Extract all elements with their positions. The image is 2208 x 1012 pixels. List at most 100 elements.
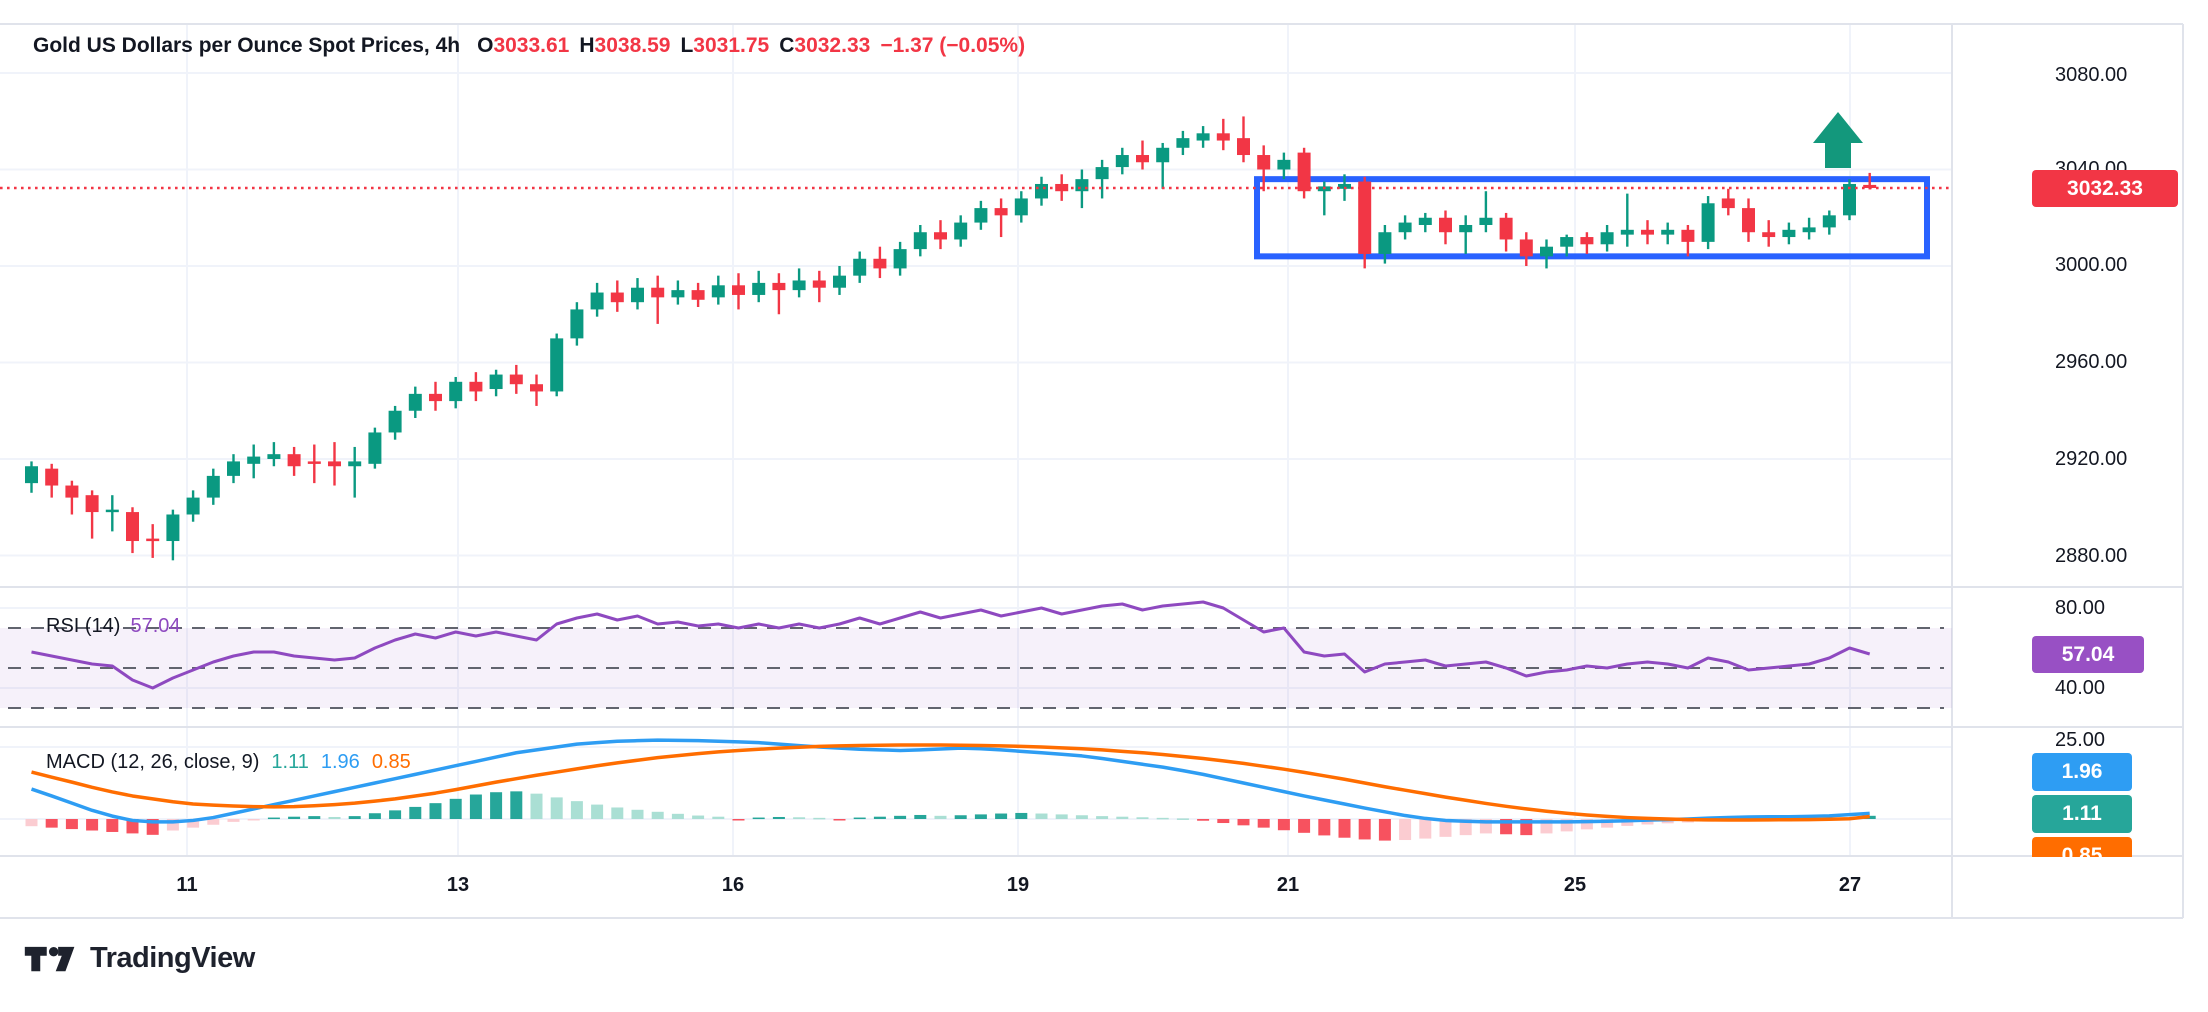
candle bbox=[247, 457, 260, 464]
candle bbox=[1075, 179, 1088, 191]
time-axis-label: 25 bbox=[1543, 874, 1607, 897]
macd-histogram-bar bbox=[349, 816, 361, 819]
candle bbox=[65, 486, 78, 498]
candle bbox=[1782, 230, 1795, 237]
candle bbox=[1176, 138, 1189, 148]
candle bbox=[772, 283, 785, 290]
macd-histogram-bar bbox=[551, 797, 563, 819]
macd-signal-badge: 0.85 bbox=[2032, 837, 2132, 857]
macd-histogram-bar bbox=[531, 794, 543, 819]
candle bbox=[853, 259, 866, 276]
candle bbox=[409, 394, 422, 411]
macd-hist-badge: 1.11 bbox=[2032, 795, 2132, 833]
up-arrow-annotation[interactable] bbox=[1813, 112, 1863, 168]
macd-indicator-legend[interactable]: MACD (12, 26, close, 9) 1.11 1.96 0.85 bbox=[46, 751, 423, 774]
macd-histogram-bar bbox=[611, 807, 623, 819]
candle bbox=[671, 290, 684, 297]
candle bbox=[995, 208, 1008, 215]
candle bbox=[1277, 160, 1290, 170]
macd-histogram-bar bbox=[26, 819, 38, 826]
candle bbox=[914, 232, 927, 249]
macd-axis-badges: 1.96 1.11 0.85 bbox=[2032, 727, 2192, 857]
tradingview-logo-icon bbox=[24, 944, 76, 974]
candle bbox=[1500, 218, 1513, 240]
rsi-value-badge: 57.04 bbox=[2032, 636, 2144, 673]
candle bbox=[1399, 223, 1412, 233]
symbol-title-row: Gold US Dollars per Ounce Spot Prices, 4… bbox=[33, 34, 1042, 58]
candle bbox=[1459, 225, 1472, 232]
macd-histogram-bar bbox=[308, 816, 320, 819]
ohlc-low: L3031.75 bbox=[680, 34, 769, 58]
rsi-indicator-legend[interactable]: RSI (14) 57.04 bbox=[46, 615, 181, 638]
candle bbox=[1257, 155, 1270, 169]
macd-histogram-bar bbox=[1359, 819, 1371, 839]
macd-hist-value: 1.11 bbox=[271, 751, 308, 774]
candle bbox=[1702, 203, 1715, 242]
macd-signal-value: 0.85 bbox=[372, 751, 411, 774]
macd-histogram-bar bbox=[1217, 819, 1229, 823]
candle bbox=[1217, 133, 1230, 140]
price-axis-label: 3080.00 bbox=[2055, 62, 2127, 88]
candle bbox=[1641, 230, 1654, 235]
candle bbox=[873, 259, 886, 269]
rsi-axis-label: 40.00 bbox=[2055, 675, 2105, 701]
macd-histogram-bar bbox=[652, 812, 664, 819]
price-axis-label: 2960.00 bbox=[2055, 349, 2127, 375]
candle bbox=[86, 495, 99, 512]
candle bbox=[25, 466, 38, 483]
candle bbox=[1560, 237, 1573, 247]
rsi-label: RSI (14) bbox=[46, 615, 120, 638]
candle bbox=[550, 338, 563, 391]
macd-histogram-bar bbox=[389, 810, 401, 819]
macd-histogram-bar bbox=[490, 792, 502, 819]
candle bbox=[692, 290, 705, 300]
candle bbox=[449, 382, 462, 401]
macd-histogram-bar bbox=[854, 818, 866, 820]
macd-histogram-bar bbox=[1258, 819, 1270, 828]
candle bbox=[146, 539, 159, 542]
ohlc-high: H3038.59 bbox=[579, 34, 670, 58]
candle bbox=[348, 461, 361, 466]
macd-histogram-bar bbox=[66, 819, 78, 829]
macd-histogram-bar bbox=[1015, 813, 1027, 819]
macd-histogram-bar bbox=[935, 816, 947, 819]
macd-histogram-bar bbox=[248, 819, 260, 821]
candle bbox=[267, 454, 280, 459]
macd-histogram-bar bbox=[1116, 817, 1128, 819]
macd-histogram-bar bbox=[813, 818, 825, 820]
candle bbox=[934, 232, 947, 239]
macd-histogram-bar bbox=[1379, 819, 1391, 841]
macd-histogram-bar bbox=[46, 819, 58, 828]
candle bbox=[1601, 232, 1614, 244]
candle bbox=[308, 461, 321, 464]
candle bbox=[1156, 148, 1169, 162]
macd-histogram-bar bbox=[1278, 819, 1290, 830]
candle bbox=[1439, 218, 1452, 232]
candle bbox=[894, 249, 907, 268]
macd-histogram-bar bbox=[1076, 815, 1088, 819]
candle bbox=[1823, 215, 1836, 227]
candle bbox=[954, 223, 967, 240]
macd-histogram-bar bbox=[975, 814, 987, 819]
candle bbox=[591, 293, 604, 310]
tradingview-logo[interactable]: TradingView bbox=[24, 942, 255, 975]
candle bbox=[1358, 182, 1371, 254]
candle bbox=[1035, 184, 1048, 198]
candle bbox=[974, 208, 987, 222]
macd-histogram-bar bbox=[894, 816, 906, 819]
macd-histogram-bar bbox=[995, 814, 1007, 819]
time-axis-label: 16 bbox=[701, 874, 765, 897]
macd-histogram-bar bbox=[672, 814, 684, 819]
macd-histogram-bar bbox=[1298, 819, 1310, 833]
macd-histogram-bar bbox=[834, 819, 846, 821]
macd-histogram-bar bbox=[228, 819, 240, 822]
candle bbox=[1621, 230, 1634, 235]
macd-histogram-bar bbox=[1177, 818, 1189, 820]
candle bbox=[752, 283, 765, 295]
candle bbox=[1722, 198, 1735, 208]
candle bbox=[469, 382, 482, 392]
tradingview-logo-text: TradingView bbox=[90, 942, 255, 975]
ohlc-open: O3033.61 bbox=[477, 34, 569, 58]
chart-canvas[interactable] bbox=[0, 0, 2208, 1012]
candle bbox=[1520, 239, 1533, 256]
